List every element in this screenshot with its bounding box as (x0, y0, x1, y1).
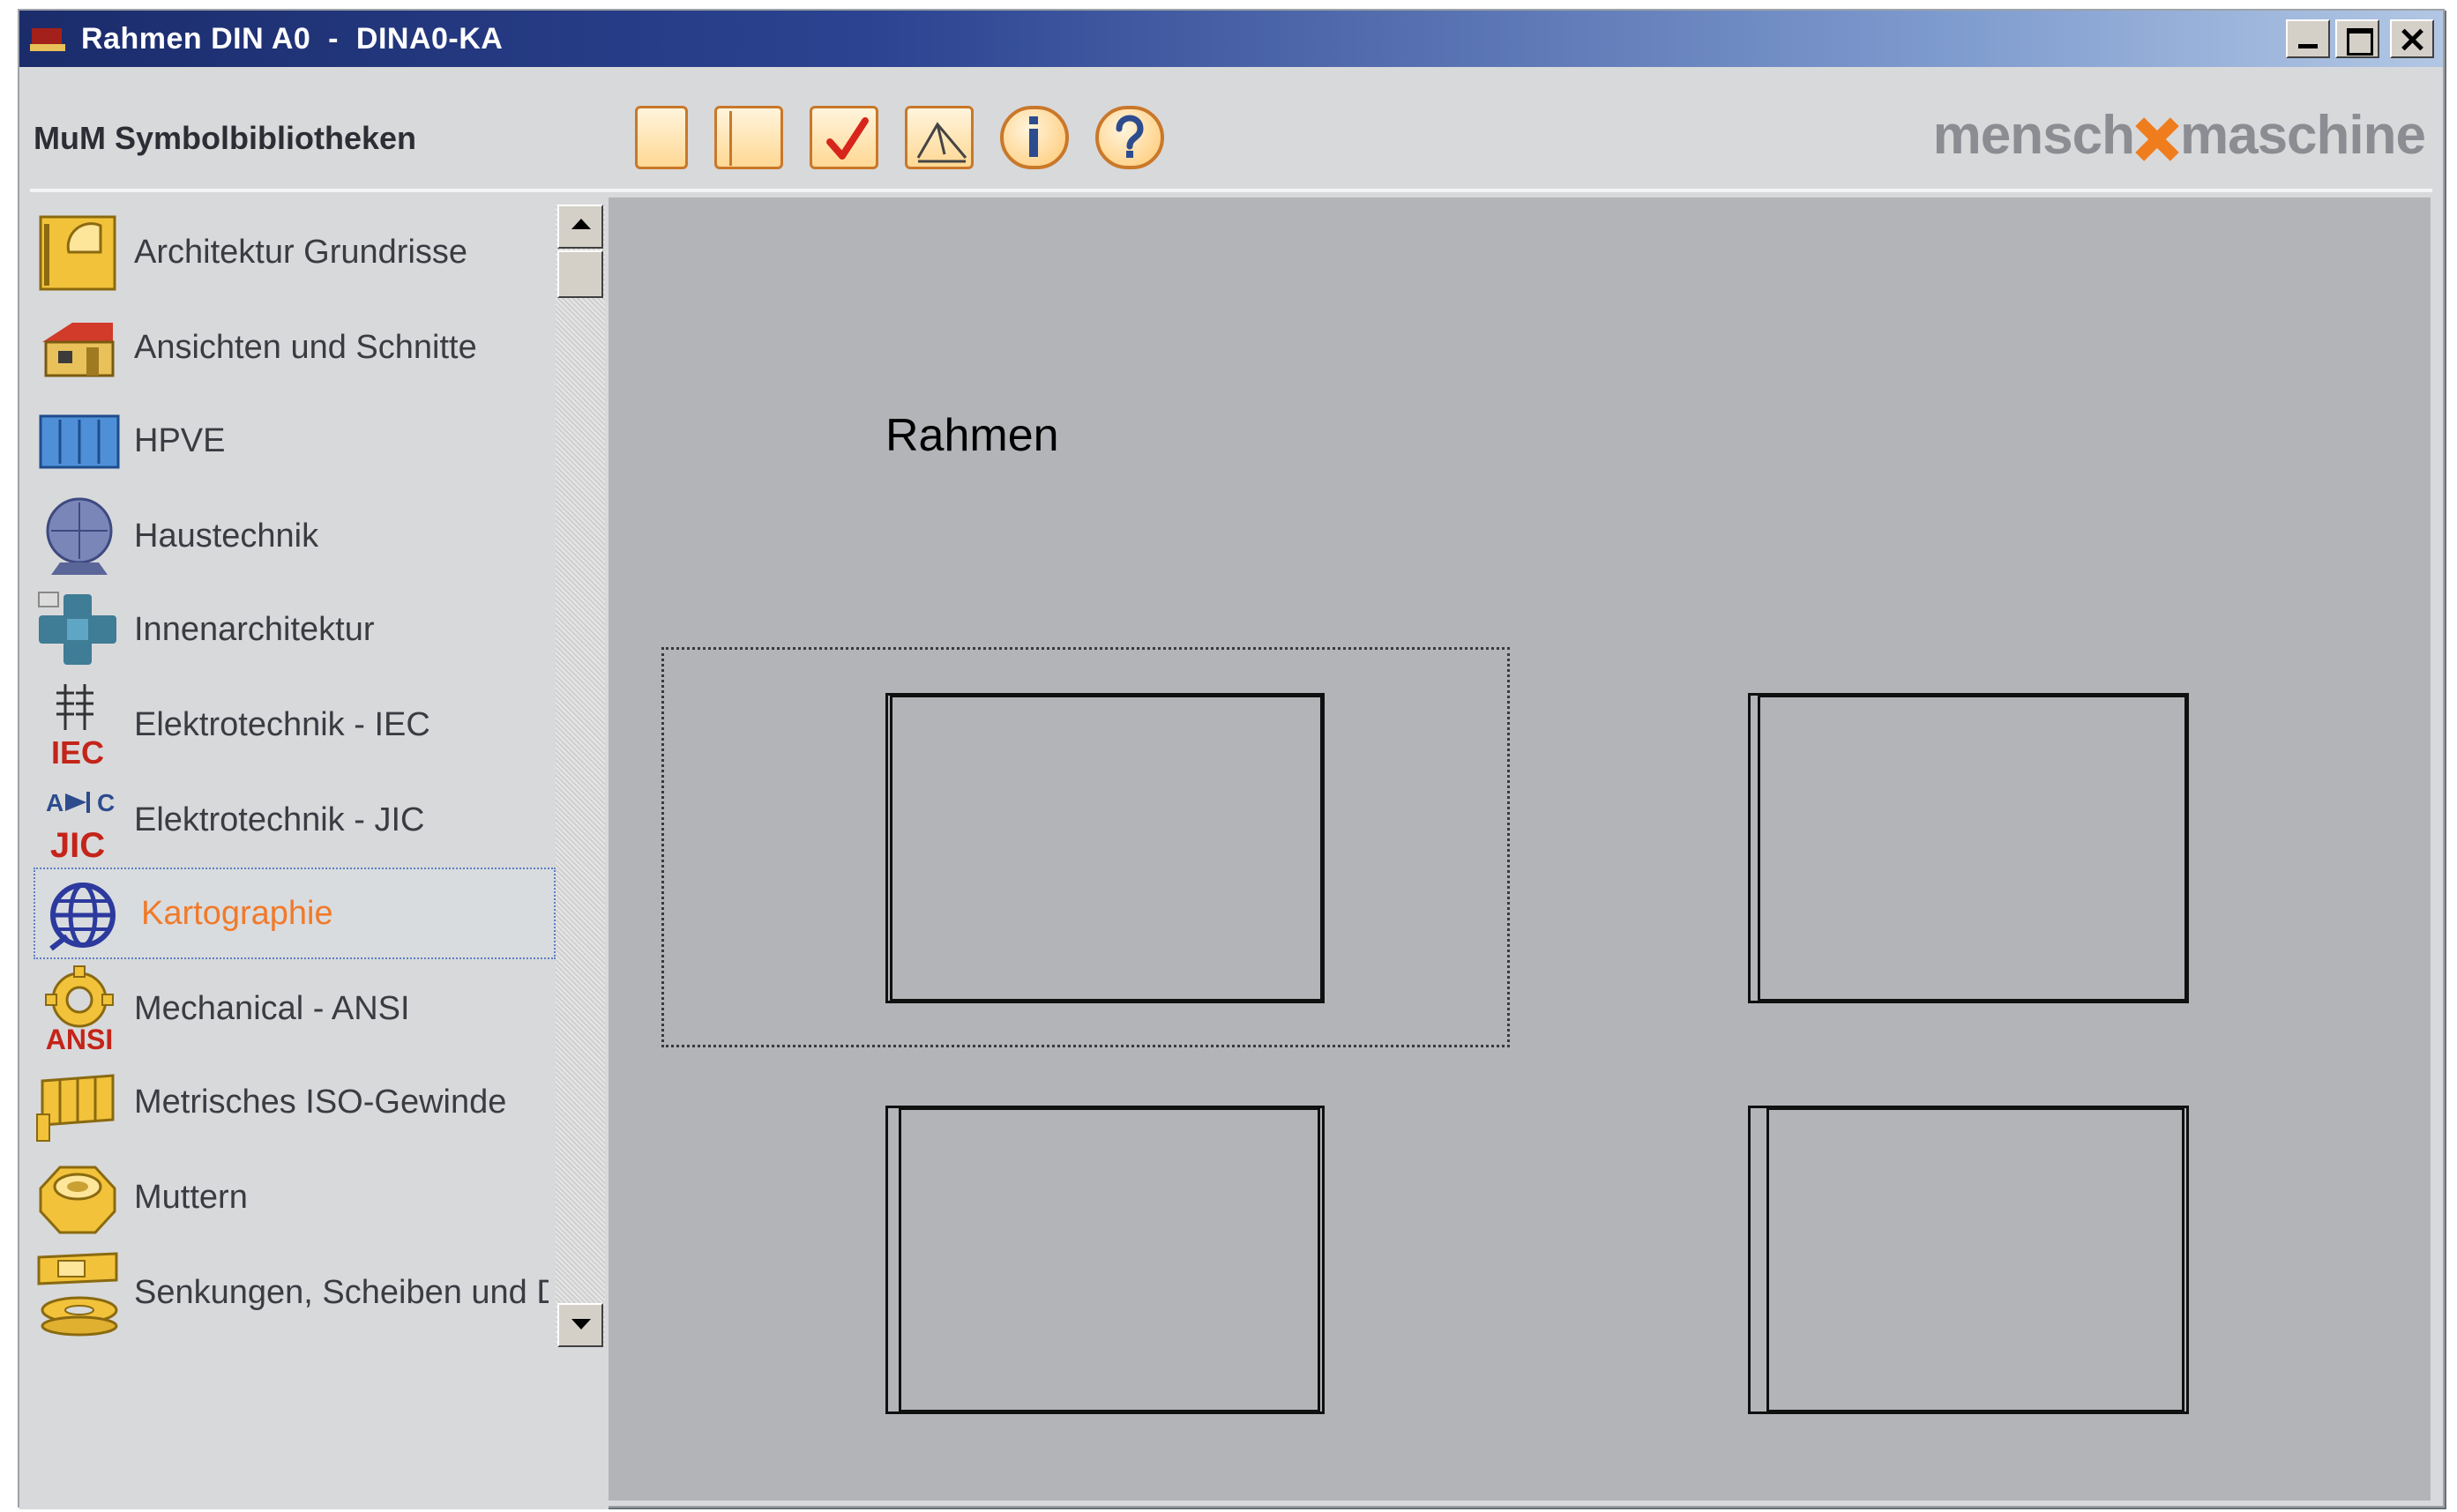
frame-edge (1748, 693, 1760, 1003)
sidebar-item-label: Senkungen, Scheiben und Du (134, 1273, 549, 1311)
brand-text-right: maschine (2179, 105, 2426, 166)
sidebar-item-elektrotechnik-iec[interactable]: IEC Elektrotechnik - IEC (34, 679, 556, 771)
sidebar-item-mechanical-ansi[interactable]: ANSI Mechanical - ANSI (34, 963, 556, 1055)
app-label: MuM Symbolbibliotheken (34, 120, 417, 156)
frame-symbol[interactable] (885, 1106, 1325, 1414)
sidebar-item-metrisches-iso-gewinde[interactable]: Metrisches ISO-Gewinde (34, 1056, 556, 1148)
mensch-maschine-logo: mensch maschine (1932, 104, 2426, 167)
globe-icon (35, 869, 123, 957)
sidebar-item-label: Elektrotechnik - IEC (134, 705, 430, 743)
house-icon (34, 303, 122, 391)
sidebar-item-elektrotechnik-jic[interactable]: A C JIC Elektrotechnik - JIC (34, 774, 556, 866)
sidebar-item-label: Architektur Grundrisse (134, 233, 468, 271)
help-icon[interactable] (1095, 106, 1164, 169)
frame-edge (885, 1106, 901, 1414)
info-icon[interactable] (1000, 106, 1069, 169)
frame-symbol[interactable] (1748, 1106, 2189, 1414)
fan-icon (34, 492, 122, 580)
app-icon[interactable] (30, 21, 65, 56)
sidebar-item-label: Kartographie (141, 894, 333, 932)
frame-edge (1318, 1106, 1325, 1414)
toolbar (635, 106, 1164, 169)
application-window: Rahmen DIN A0 - DINA0-KA MuM Symbolbibli… (18, 9, 2445, 1509)
symbol-preview-area: Rahmen (609, 197, 2431, 1501)
sidebar-item-label: Metrisches ISO-Gewinde (134, 1083, 507, 1121)
header-divider (30, 189, 2432, 192)
sidebar-item-label: Haustechnik (134, 517, 319, 555)
frame-edge (2182, 1106, 2189, 1414)
furniture-icon (34, 585, 122, 674)
open-book-icon[interactable] (714, 106, 783, 169)
new-page-icon[interactable] (635, 106, 688, 169)
minimize-button[interactable] (2286, 19, 2330, 58)
check-icon[interactable] (810, 106, 878, 169)
preview-title: Rahmen (885, 410, 1059, 461)
frame-edge (1748, 1106, 1769, 1414)
svg-text:A: A (46, 789, 63, 816)
svg-text:IEC: IEC (51, 734, 104, 769)
sidebar-item-senkungen-scheiben[interactable]: Senkungen, Scheiben und Du (34, 1247, 556, 1338)
floorplan-icon (34, 208, 122, 296)
window-title: Rahmen DIN A0 - DINA0-KA (81, 21, 504, 56)
svg-text:JIC: JIC (50, 826, 105, 864)
scroll-up-button[interactable] (557, 205, 603, 249)
sidebar-item-label: HPVE (134, 421, 226, 459)
window-controls (2286, 19, 2434, 58)
sidebar-item-label: Innenarchitektur (134, 610, 375, 648)
edit-page-icon[interactable] (905, 106, 974, 169)
close-button[interactable] (2390, 19, 2434, 58)
sidebar-item-haustechnik[interactable]: Haustechnik (34, 490, 556, 582)
iec-icon: IEC (34, 681, 122, 771)
category-scrollbar[interactable] (556, 205, 605, 1347)
svg-text:ANSI: ANSI (46, 1024, 113, 1053)
frame-symbol[interactable] (885, 693, 1325, 1003)
frame-edge (885, 693, 892, 1003)
sidebar-item-label: Ansichten und Schnitte (134, 328, 477, 366)
title-bar[interactable]: Rahmen DIN A0 - DINA0-KA (19, 11, 2443, 67)
header-bar: MuM Symbolbibliotheken mensch maschine (19, 67, 2443, 192)
sidebar-item-label: Mechanical - ANSI (134, 989, 410, 1027)
brand-text-left: mensch (1932, 105, 2135, 166)
gear-icon: ANSI (34, 965, 122, 1055)
category-sidebar: Architektur Grundrisse Ansichten und Sch… (19, 196, 609, 1509)
maximize-button[interactable] (2335, 19, 2379, 58)
sidebar-item-muttern[interactable]: Muttern (34, 1151, 556, 1243)
sidebar-item-kartographie[interactable]: Kartographie (34, 868, 556, 959)
sidebar-item-label: Elektrotechnik - JIC (134, 801, 425, 838)
nut-icon (34, 1153, 122, 1241)
jic-icon: A C JIC (34, 776, 122, 865)
frame-symbol[interactable] (1748, 693, 2189, 1003)
sidebar-item-ansichten-und-schnitte[interactable]: Ansichten und Schnitte (34, 302, 556, 393)
sidebar-item-hpve[interactable]: HPVE (34, 395, 556, 487)
thread-icon (34, 1058, 122, 1146)
sidebar-item-architektur-grundrisse[interactable]: Architektur Grundrisse (34, 206, 556, 298)
sidebar-item-innenarchitektur[interactable]: Innenarchitektur (34, 584, 556, 675)
washer-icon (34, 1248, 122, 1337)
scroll-down-button[interactable] (557, 1303, 603, 1347)
sidebar-item-label: Muttern (134, 1178, 248, 1216)
hpve-icon (34, 397, 122, 485)
brand-x-icon (2136, 118, 2178, 160)
svg-text:C: C (97, 789, 115, 816)
scroll-thumb[interactable] (557, 250, 603, 298)
